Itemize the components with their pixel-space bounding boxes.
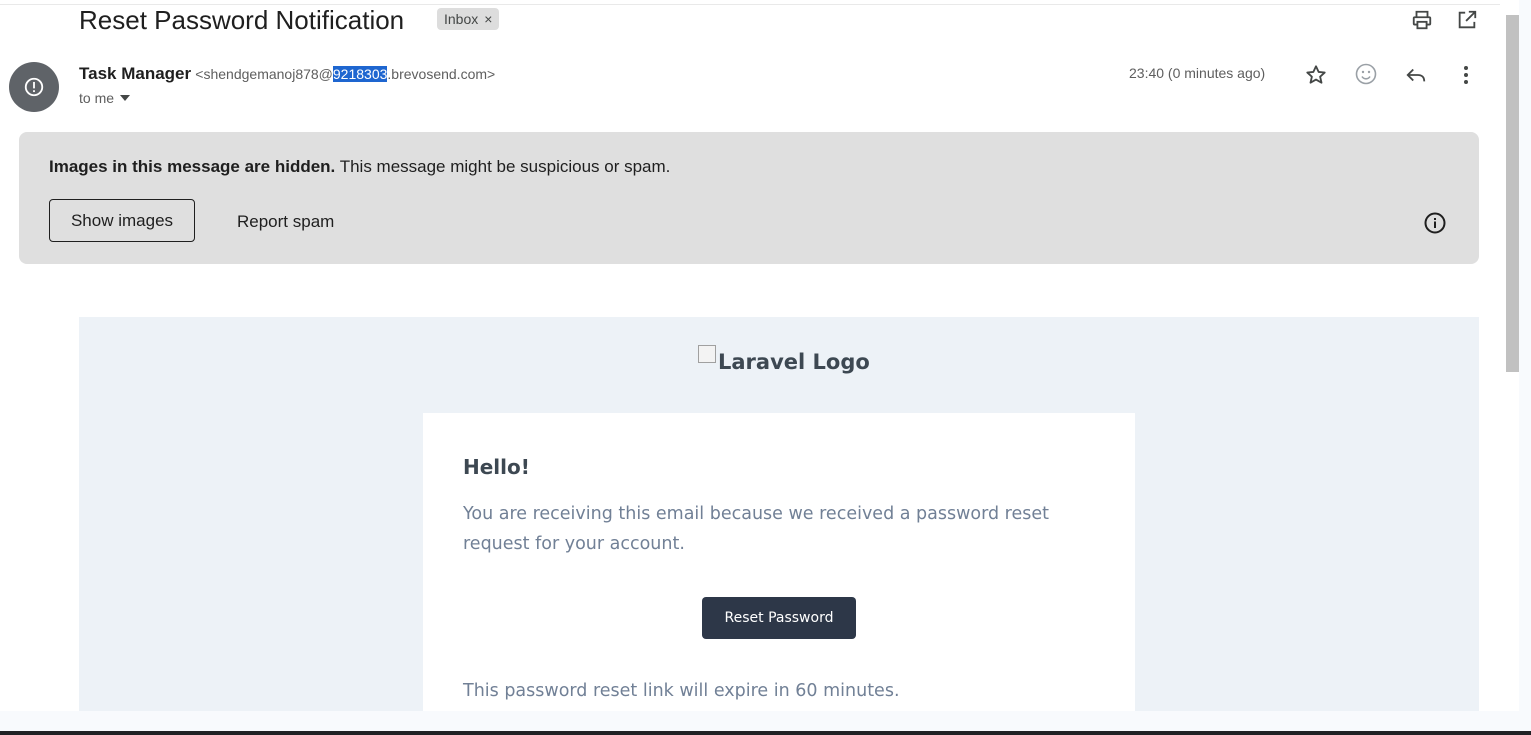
hidden-images-warning: Images in this message are hidden. This … <box>19 132 1479 264</box>
scrollbar-thumb[interactable] <box>1506 15 1519 372</box>
report-spam-button[interactable]: Report spam <box>224 199 347 244</box>
open-in-new-window-icon[interactable] <box>1453 6 1481 34</box>
broken-image-icon <box>698 345 716 363</box>
sender-email: <shendgemanoj878@9218303.brevosend.com> <box>195 66 495 82</box>
greeting: Hello! <box>463 455 530 479</box>
label-text: Inbox <box>444 11 479 27</box>
logo-alt-text: Laravel Logo <box>718 350 870 374</box>
sender-email-suffix: .brevosend.com> <box>387 66 496 82</box>
dropdown-arrow-icon <box>120 95 131 101</box>
more-vert-icon[interactable] <box>1452 61 1480 89</box>
message-pane: Reset Password Notification Inbox × Task… <box>0 0 1519 711</box>
recipient-details-toggle[interactable]: to me <box>79 90 131 106</box>
to-me-label: to me <box>79 90 115 106</box>
message-paragraph: You are receiving this email because we … <box>463 504 1049 554</box>
info-icon[interactable] <box>1421 209 1449 237</box>
email-timestamp: 23:40 (0 minutes ago) <box>1129 65 1266 81</box>
warning-detail-text: This message might be suspicious or spam… <box>335 157 671 176</box>
email-message-body: Laravel Logo Hello! You are receiving th… <box>79 317 1479 711</box>
warning-bold-text: Images in this message are hidden. <box>49 157 336 176</box>
inbox-label-chip[interactable]: Inbox × <box>437 8 500 30</box>
email-subject: Reset Password Notification <box>79 5 405 35</box>
sender-email-selected: 9218303 <box>332 66 388 82</box>
star-icon[interactable] <box>1302 61 1330 89</box>
message-card: Hello! You are receiving this email beca… <box>423 413 1135 711</box>
emoji-icon[interactable] <box>1352 60 1380 88</box>
reset-password-button[interactable]: Reset Password <box>702 597 856 639</box>
expire-notice: This password reset link will expire in … <box>463 681 900 701</box>
sender-avatar[interactable] <box>9 62 59 112</box>
alert-icon <box>24 77 44 97</box>
sender-name[interactable]: Task Manager <box>79 64 191 83</box>
remove-label-button[interactable]: × <box>484 8 492 30</box>
scrollbar[interactable] <box>1503 15 1519 711</box>
warning-text: Images in this message are hidden. This … <box>49 157 670 177</box>
show-images-button[interactable]: Show images <box>49 199 195 242</box>
bottom-edge-bar <box>0 731 1531 735</box>
sender-email-prefix: <shendgemanoj878@ <box>195 66 333 82</box>
sender-line: Task Manager <shendgemanoj878@9218303.br… <box>79 63 495 86</box>
print-icon[interactable] <box>1408 6 1436 34</box>
laravel-logo-broken-image[interactable]: Laravel Logo <box>698 345 870 374</box>
reply-icon[interactable] <box>1402 61 1430 89</box>
